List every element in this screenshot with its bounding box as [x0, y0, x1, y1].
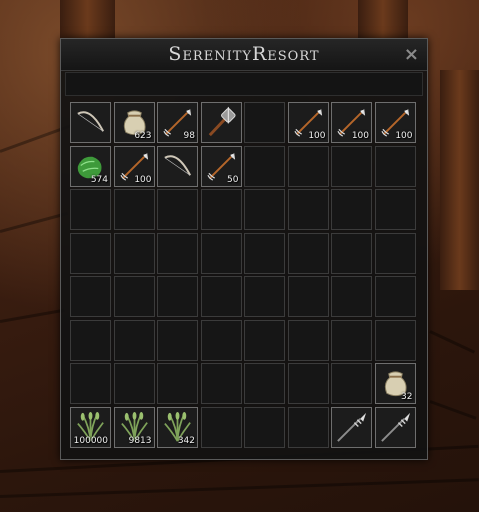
inventory-slot-empty[interactable]: [113, 363, 155, 404]
inventory-slot-arrow[interactable]: 98: [157, 102, 198, 143]
inventory-slot-empty[interactable]: [200, 363, 242, 404]
item-quantity: 98: [183, 131, 195, 141]
item-quantity: 574: [90, 174, 108, 185]
inventory-slot-herb[interactable]: 574: [70, 145, 111, 187]
inventory-slot-empty[interactable]: [374, 189, 416, 230]
floor-plank: [0, 211, 69, 233]
inventory-slot-empty[interactable]: [70, 363, 111, 404]
inventory-slot-empty[interactable]: [157, 276, 198, 317]
inventory-slot-empty[interactable]: [200, 189, 242, 230]
inventory-slot-empty[interactable]: [374, 232, 416, 274]
inventory-slot-bow[interactable]: [70, 102, 111, 143]
inventory-slot-sack[interactable]: 623: [113, 102, 155, 143]
inventory-slot-empty[interactable]: [113, 232, 155, 274]
inventory-slot-spear[interactable]: [331, 406, 372, 448]
window-titlebar[interactable]: SerenityResort ×: [61, 39, 427, 71]
item-quantity: 100: [351, 131, 369, 141]
inventory-window: SerenityResort × 623 98 100 100 100 574 100 50 3…: [60, 38, 428, 460]
inventory-slot-bow[interactable]: [157, 145, 198, 187]
inventory-slot-empty[interactable]: [70, 232, 111, 274]
inventory-slot-empty[interactable]: [200, 276, 242, 317]
inventory-slot-empty[interactable]: [200, 232, 242, 274]
inventory-grid: 623 98 100 100 100 574 100 50 32 100000 9813 342: [70, 102, 416, 448]
floor-plank: [0, 478, 479, 498]
item-quantity: 342: [177, 435, 195, 446]
wooden-pillar: [440, 70, 479, 290]
floor-plank: [429, 400, 477, 420]
inventory-slot-empty[interactable]: [331, 276, 372, 317]
inventory-slot-empty[interactable]: [157, 189, 198, 230]
window-subheader: [65, 72, 423, 96]
close-icon[interactable]: ×: [404, 44, 419, 65]
inventory-slot-empty[interactable]: [113, 276, 155, 317]
inventory-slot-empty[interactable]: [331, 363, 372, 404]
inventory-slot-arrow[interactable]: 100: [113, 145, 155, 187]
inventory-slot-empty[interactable]: [244, 319, 285, 361]
wooden-pillar: [60, 0, 115, 40]
inventory-slot-arrow[interactable]: 100: [331, 102, 372, 143]
inventory-slot-empty[interactable]: [287, 232, 329, 274]
item-quantity: 32: [401, 392, 413, 402]
floor-plank: [0, 308, 65, 323]
inventory-slot-grass[interactable]: 342: [157, 406, 198, 448]
wooden-pillar: [358, 0, 408, 40]
inventory-slot-empty[interactable]: [70, 276, 111, 317]
inventory-slot-empty[interactable]: [331, 319, 372, 361]
inventory-slot-arrow[interactable]: 100: [287, 102, 329, 143]
inventory-slot-empty[interactable]: [70, 319, 111, 361]
inventory-slot-empty[interactable]: [331, 189, 372, 230]
inventory-slot-empty[interactable]: [244, 276, 285, 317]
item-quantity: 623: [134, 131, 152, 141]
inventory-slot-empty[interactable]: [287, 319, 329, 361]
inventory-slot-empty[interactable]: [287, 406, 329, 448]
item-quantity: 100: [134, 174, 152, 185]
inventory-slot-arrow[interactable]: 50: [200, 145, 242, 187]
inventory-slot-arrow[interactable]: 100: [374, 102, 416, 143]
floor-plank: [429, 330, 476, 354]
inventory-slot-empty[interactable]: [244, 189, 285, 230]
inventory-slot-empty[interactable]: [244, 145, 285, 187]
inventory-slot-empty[interactable]: [244, 363, 285, 404]
inventory-slot-empty[interactable]: [157, 363, 198, 404]
inventory-slot-spear[interactable]: [374, 406, 416, 448]
inventory-slot-empty[interactable]: [113, 189, 155, 230]
inventory-slot-grass[interactable]: 9813: [113, 406, 155, 448]
item-quantity: 9813: [128, 435, 152, 446]
inventory-slot-empty[interactable]: [200, 406, 242, 448]
item-quantity: 100: [308, 131, 326, 141]
window-title: SerenityResort: [168, 43, 320, 65]
inventory-slot-empty[interactable]: [157, 319, 198, 361]
item-quantity: 100000: [73, 435, 108, 446]
item-quantity: 100: [395, 131, 413, 141]
inventory-slot-sack[interactable]: 32: [374, 363, 416, 404]
inventory-slot-empty[interactable]: [374, 145, 416, 187]
inventory-slot-empty[interactable]: [200, 319, 242, 361]
inventory-slot-empty[interactable]: [287, 276, 329, 317]
inventory-slot-empty[interactable]: [331, 232, 372, 274]
inventory-slot-empty[interactable]: [244, 232, 285, 274]
inventory-slot-empty[interactable]: [244, 102, 285, 143]
inventory-slot-empty[interactable]: [157, 232, 198, 274]
inventory-slot-empty[interactable]: [331, 145, 372, 187]
item-quantity: 50: [227, 174, 239, 185]
inventory-slot-empty[interactable]: [287, 363, 329, 404]
inventory-slot-empty[interactable]: [70, 189, 111, 230]
inventory-slot-grass[interactable]: 100000: [70, 406, 111, 448]
inventory-slot-empty[interactable]: [374, 319, 416, 361]
inventory-slot-empty[interactable]: [374, 276, 416, 317]
inventory-slot-empty[interactable]: [113, 319, 155, 361]
inventory-slot-mace[interactable]: [200, 102, 242, 143]
inventory-slot-empty[interactable]: [287, 189, 329, 230]
inventory-slot-empty[interactable]: [287, 145, 329, 187]
inventory-slot-empty[interactable]: [244, 406, 285, 448]
